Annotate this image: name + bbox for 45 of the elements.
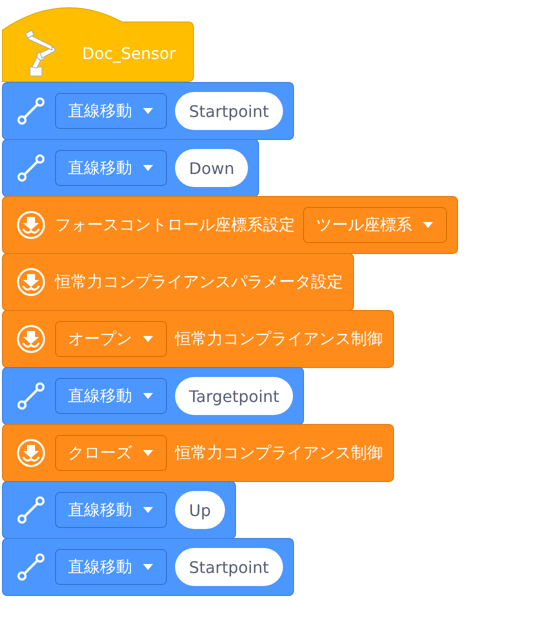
caret-icon xyxy=(142,449,154,457)
text-input[interactable]: Startpoint xyxy=(175,92,283,130)
block-label: フォースコントロール座標系設定 xyxy=(55,214,295,236)
dropdown[interactable]: ツール座標系 xyxy=(303,207,447,243)
dropdown[interactable]: 直線移動 xyxy=(55,549,167,585)
command-block[interactable]: クローズ 恒常力コンプライアンス制御 xyxy=(2,424,394,482)
command-block[interactable]: 恒常力コンプライアンスパラメータ設定 xyxy=(2,253,354,311)
force-icon xyxy=(15,266,47,298)
command-block[interactable]: 直線移動 Startpoint xyxy=(2,538,294,596)
caret-icon xyxy=(142,107,154,115)
robot-arm-icon xyxy=(24,29,58,77)
dropdown[interactable]: オープン xyxy=(55,321,167,357)
text-input[interactable]: Startpoint xyxy=(175,548,283,586)
force-icon xyxy=(15,209,47,241)
link-icon xyxy=(15,551,47,583)
caret-icon xyxy=(422,221,434,229)
block-label: 恒常力コンプライアンス制御 xyxy=(175,328,383,350)
command-block[interactable]: 直線移動 Startpoint xyxy=(2,82,294,140)
block-label: 恒常力コンプライアンスパラメータ設定 xyxy=(55,272,343,292)
caret-icon xyxy=(142,392,154,400)
caret-icon xyxy=(142,563,154,571)
force-icon xyxy=(15,437,47,469)
dropdown[interactable]: 直線移動 xyxy=(55,378,167,414)
dropdown[interactable]: 直線移動 xyxy=(55,150,167,186)
dropdown[interactable]: 直線移動 xyxy=(55,492,167,528)
caret-icon xyxy=(142,506,154,514)
command-block[interactable]: 直線移動 Targetpoint xyxy=(2,367,304,425)
command-block[interactable]: オープン 恒常力コンプライアンス制御 xyxy=(2,310,394,368)
command-block[interactable]: 直線移動 Down xyxy=(2,139,260,197)
force-icon xyxy=(15,323,47,355)
dropdown[interactable]: クローズ xyxy=(55,435,167,471)
dropdown[interactable]: 直線移動 xyxy=(55,93,167,129)
text-input[interactable]: Targetpoint xyxy=(175,377,294,415)
text-input[interactable]: Down xyxy=(175,149,248,187)
caret-icon xyxy=(142,164,154,172)
link-icon xyxy=(15,494,47,526)
command-block[interactable]: 直線移動 Up xyxy=(2,481,236,539)
command-block[interactable]: フォースコントロール座標系設定 ツール座標系 xyxy=(2,196,458,254)
text-input[interactable]: Up xyxy=(175,491,225,529)
link-icon xyxy=(15,152,47,184)
link-icon xyxy=(15,95,47,127)
caret-icon xyxy=(142,335,154,343)
link-icon xyxy=(15,380,47,412)
block-title: Doc_Sensor xyxy=(82,44,176,62)
block-label: 恒常力コンプライアンス制御 xyxy=(175,442,383,464)
